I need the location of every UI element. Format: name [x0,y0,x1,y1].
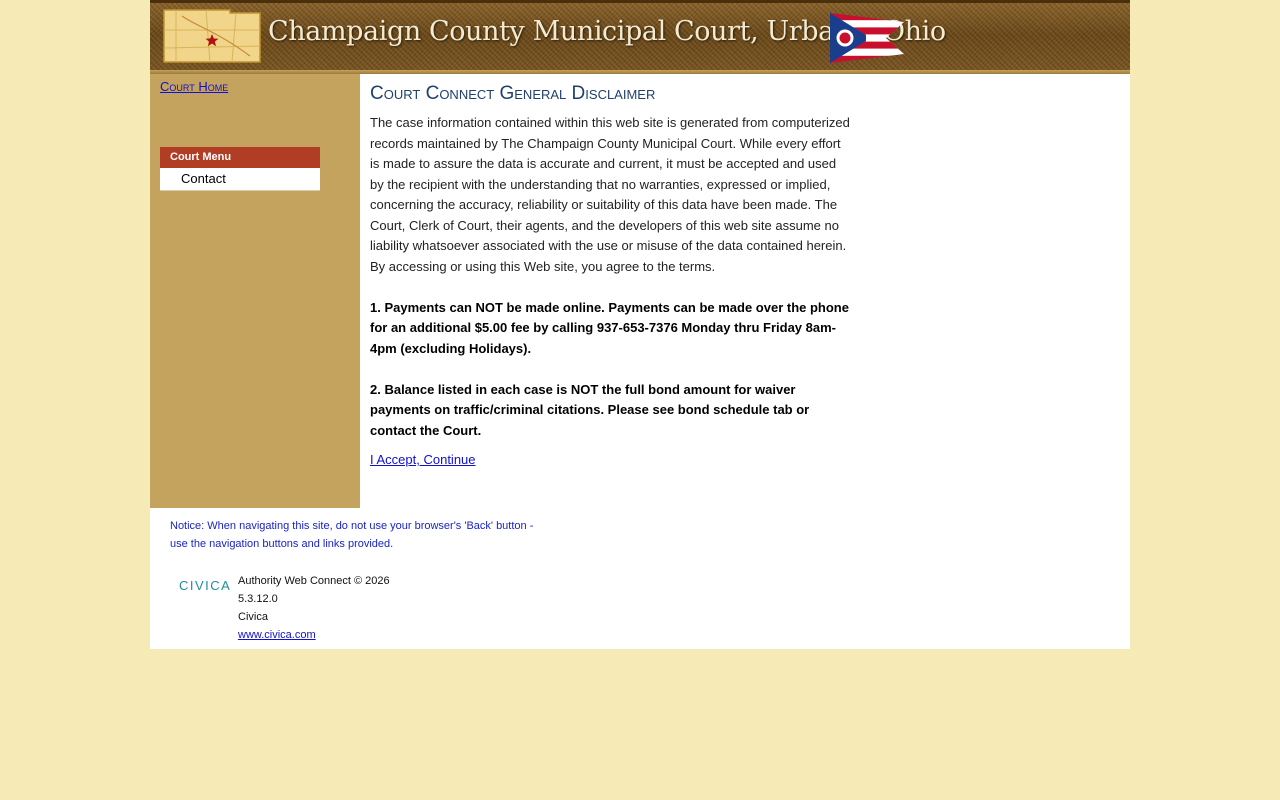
disclaimer-body: The case information contained within th… [370,113,850,441]
balance-notice: 2. Balance listed in each case is NOT th… [370,381,810,438]
product-copyright: Authority Web Connect © 2026 [238,575,390,587]
main-content: Court Connect General Disclaimer The cas… [360,74,1130,508]
sidebar: Court Home Court Menu Contact [150,74,360,508]
civica-logo: CIVICA [179,578,232,593]
court-home-link[interactable]: Court Home [160,79,228,94]
payment-notice: 1. Payments can NOT be made online. Paym… [370,299,849,356]
header-banner: Champaign County Municipal Court, Urbana… [150,0,1130,74]
footer-info: Authority Web Connect © 2026 5.3.12.0 Ci… [238,572,390,644]
navigation-notice: Notice: When navigating this site, do no… [170,520,534,550]
version-number: 5.3.12.0 [238,593,278,605]
footer: Notice: When navigating this site, do no… [150,508,1130,649]
court-menu-header: Court Menu [160,147,320,168]
county-map-icon [163,9,261,63]
sidebar-item-contact[interactable]: Contact [160,168,320,191]
page-title: Court Connect General Disclaimer [370,83,656,104]
disclaimer-paragraph: The case information contained within th… [370,115,850,274]
company-name: Civica [238,611,268,623]
accept-continue-link[interactable]: I Accept, Continue [370,452,476,467]
ohio-flag-icon [830,13,904,63]
court-menu: Court Menu Contact [160,147,320,191]
civica-website-link[interactable]: www.civica.com [238,629,316,641]
